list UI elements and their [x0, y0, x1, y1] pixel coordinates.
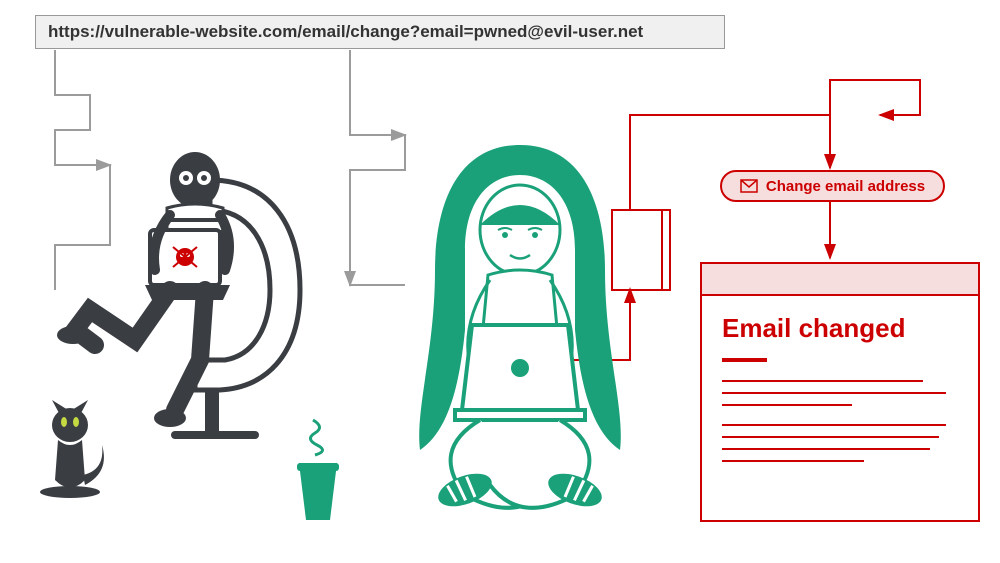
browser-titlebar — [702, 264, 978, 296]
url-text: https://vulnerable-website.com/email/cha… — [48, 22, 643, 42]
body-text-line — [722, 404, 852, 406]
change-email-pill: Change email address — [720, 170, 945, 202]
heading-underline — [722, 358, 767, 362]
url-bar: https://vulnerable-website.com/email/cha… — [35, 15, 725, 49]
coffee-cup-icon — [285, 415, 355, 525]
result-heading: Email changed — [722, 314, 958, 344]
body-text-line — [722, 424, 946, 426]
body-text-line — [722, 380, 923, 382]
body-text-line — [722, 392, 946, 394]
body-text-line — [722, 436, 939, 438]
envelope-icon — [740, 179, 758, 193]
change-email-label: Change email address — [766, 178, 925, 195]
body-text-line — [722, 460, 864, 462]
result-browser-window: Email changed — [700, 262, 980, 522]
body-text-line — [722, 448, 930, 450]
cat-illustration — [30, 400, 120, 510]
victim-illustration — [370, 130, 670, 550]
